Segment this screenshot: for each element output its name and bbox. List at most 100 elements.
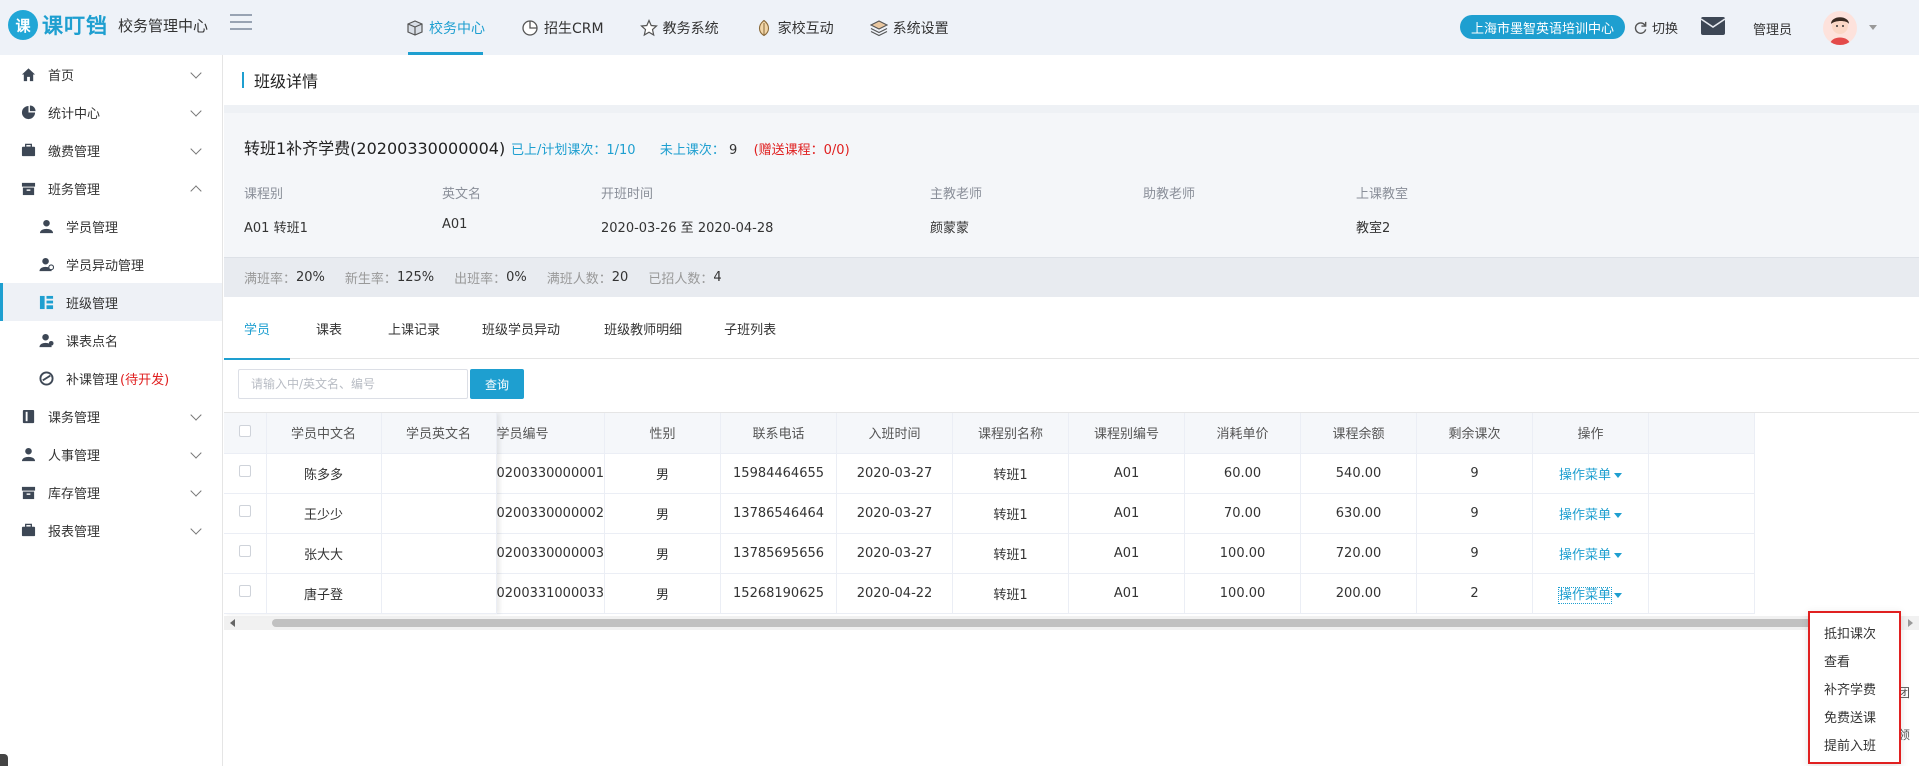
- field-room-label: 上课教室: [1356, 187, 1409, 202]
- select-all-checkbox[interactable]: [238, 424, 251, 437]
- col-header-course: 课程别名称: [952, 413, 1070, 454]
- sidebar-item-label: 库存管理: [48, 486, 101, 502]
- scroll-right-arrow-icon[interactable]: [1908, 619, 1913, 627]
- topnav-crm[interactable]: 招生CRM: [503, 0, 622, 55]
- search-input[interactable]: [238, 369, 468, 399]
- horizontal-scrollbar[interactable]: [224, 616, 1919, 630]
- sidebar-item-label: 人事管理: [48, 448, 101, 464]
- tab-schedule[interactable]: 课表: [290, 297, 368, 359]
- layers-icon: [869, 19, 888, 37]
- switch-button[interactable]: 切换: [1633, 18, 1678, 37]
- cell-balance: 200.00: [1300, 573, 1418, 614]
- row-checkbox[interactable]: [238, 585, 251, 597]
- col-header-price: 消耗单价: [1184, 413, 1302, 454]
- tab-students[interactable]: 学员: [224, 297, 291, 360]
- sidebar-item-course[interactable]: 课务管理: [0, 397, 222, 435]
- school-selector[interactable]: 上海市墨智英语培训中心: [1460, 15, 1626, 39]
- caret-down-icon[interactable]: [1614, 552, 1623, 558]
- row-checkbox[interactable]: [238, 545, 251, 557]
- search-button[interactable]: 查询: [470, 369, 524, 399]
- stat-value: 4: [713, 270, 722, 285]
- menu-item-make-up-fee[interactable]: 补齐学费: [1810, 677, 1899, 705]
- cell-phone: 15268190625: [720, 573, 838, 614]
- cell-date: 2020-03-27: [836, 493, 954, 534]
- operation-menu-link[interactable]: 操作菜单: [1558, 586, 1613, 604]
- sidebar-subitem-student-changes[interactable]: 学员异动管理: [0, 245, 222, 283]
- stat-value: 20: [611, 270, 629, 285]
- topnav-settings[interactable]: 系统设置: [852, 0, 967, 55]
- corner-widget: [0, 754, 8, 766]
- top-nav: 校务中心 招生CRM 教务系统 家校互动 系统设置: [388, 0, 967, 55]
- topnav-academic[interactable]: 教务系统: [622, 0, 737, 55]
- sidebar-item-class-affairs[interactable]: 班务管理: [0, 169, 222, 207]
- cell-phone: 13786546464: [720, 493, 838, 534]
- field-start-label: 开班时间: [601, 187, 654, 202]
- operation-menu-link[interactable]: 操作菜单: [1559, 548, 1611, 563]
- cell-price: 100.00: [1184, 573, 1302, 614]
- book-icon: [20, 408, 36, 424]
- stat-value: 20%: [296, 270, 325, 285]
- sidebar-item-home[interactable]: 首页: [0, 55, 222, 93]
- cell-course: 转班1: [952, 493, 1070, 534]
- topnav-school-center[interactable]: 校务中心: [388, 0, 503, 55]
- class-lesson-meta: 已上/计划课次：1/10 未上课次： 9 (赠送课程：0/0): [511, 139, 850, 158]
- table-row: 王少少: [224, 493, 497, 534]
- page-title: 班级详情: [254, 72, 319, 91]
- scroll-left-arrow-icon[interactable]: [230, 619, 235, 627]
- cell-id: 0200330000002: [496, 493, 606, 534]
- mail-icon[interactable]: [1700, 15, 1726, 37]
- sidebar: 首页 统计中心 缴费管理 班务管理 学员管理 学员异动管理 班级管理 课表点名 …: [0, 55, 223, 766]
- row-checkbox[interactable]: [238, 465, 251, 477]
- person-icon: [20, 446, 36, 462]
- planned-lessons: 已上/计划课次：1/10: [511, 143, 636, 158]
- caret-down-icon[interactable]: [1614, 512, 1623, 518]
- row-checkbox[interactable]: [238, 505, 251, 517]
- cell-code: A01: [1068, 453, 1186, 494]
- menu-item-free-lesson[interactable]: 免费送课: [1810, 705, 1899, 733]
- chart-icon: [20, 104, 36, 120]
- operation-menu-link[interactable]: 操作菜单: [1559, 508, 1611, 523]
- menu-item-view[interactable]: 查看: [1810, 649, 1899, 677]
- cell-course: 转班1: [952, 453, 1070, 494]
- sidebar-item-reports[interactable]: 报表管理: [0, 511, 222, 549]
- menu-item-early-join[interactable]: 提前入班: [1810, 733, 1899, 761]
- cell-code: A01: [1068, 533, 1186, 574]
- sidebar-item-hr[interactable]: 人事管理: [0, 435, 222, 473]
- topnav-home-school[interactable]: 家校互动: [737, 0, 852, 55]
- caret-down-icon[interactable]: [1614, 472, 1623, 478]
- sidebar-subitem-class-management[interactable]: 班级管理: [0, 283, 222, 321]
- avatar[interactable]: [1823, 11, 1857, 45]
- tab-student-changes[interactable]: 班级学员异动: [460, 297, 582, 359]
- operation-menu-link[interactable]: 操作菜单: [1559, 468, 1611, 483]
- app-logo[interactable]: 课 课叮铛 校务管理中心: [8, 10, 208, 40]
- topnav-label: 教务系统: [662, 20, 719, 37]
- tab-subclasses[interactable]: 子班列表: [704, 297, 796, 359]
- pie-icon: [521, 19, 539, 37]
- sidebar-item-stats[interactable]: 统计中心: [0, 93, 222, 131]
- switch-label: 切换: [1652, 22, 1679, 37]
- avatar-caret-icon[interactable]: [1869, 25, 1877, 30]
- students-table-fixed: 学员中文名 学员英文名 陈多多 王少少 张大大 唐子登: [224, 413, 497, 614]
- field-assistant-label: 助教老师: [1143, 187, 1196, 202]
- sidebar-item-inventory[interactable]: 库存管理: [0, 473, 222, 511]
- menu-toggle-icon[interactable]: [230, 14, 252, 32]
- tab-lesson-records[interactable]: 上课记录: [368, 297, 460, 359]
- sidebar-subitem-roll-call[interactable]: 课表点名: [0, 321, 222, 359]
- sidebar-item-payment[interactable]: 缴费管理: [0, 131, 222, 169]
- sidebar-item-label: 统计中心: [48, 106, 101, 122]
- cell-date: 2020-04-22: [836, 573, 954, 614]
- sidebar-subitem-makeup[interactable]: 补课管理 (待开发): [0, 359, 222, 397]
- cell-id: 0200330000003: [496, 533, 606, 574]
- cell-remain: 9: [1416, 453, 1534, 494]
- sidebar-item-label: 学员管理: [66, 220, 119, 236]
- caret-down-icon[interactable]: [1614, 592, 1623, 598]
- person-swap-icon: [38, 256, 54, 272]
- menu-item-deduct-lessons[interactable]: 抵扣课次: [1810, 621, 1899, 649]
- scrollbar-thumb[interactable]: [272, 619, 1832, 627]
- col-header-extra: [1648, 413, 1756, 454]
- col-header-cn-name: 学员中文名: [266, 413, 382, 454]
- user-name[interactable]: 管理员: [1753, 19, 1792, 38]
- cell-balance: 630.00: [1300, 493, 1418, 534]
- tab-teacher-details[interactable]: 班级教师明细: [582, 297, 704, 359]
- sidebar-subitem-students[interactable]: 学员管理: [0, 207, 222, 245]
